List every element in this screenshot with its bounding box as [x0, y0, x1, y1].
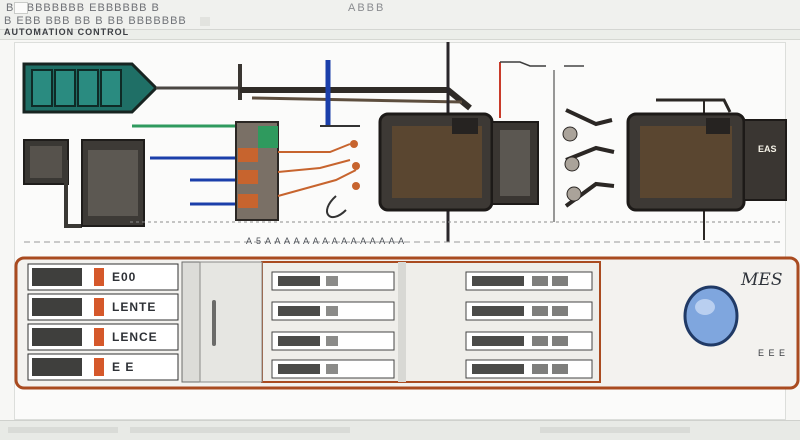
rack-switch[interactable]: [271, 359, 395, 379]
mes-caption: E E E: [758, 348, 787, 358]
rack-slot-label: E00: [112, 270, 137, 284]
rack-slot[interactable]: [27, 353, 179, 381]
rack-switch[interactable]: [465, 359, 593, 379]
automation-schematic: A 5 A A A A A A A A A A A A A A A: [14, 42, 800, 390]
status-segment: [8, 427, 118, 433]
rack-slot-label: LENTE: [112, 300, 157, 314]
rack-slot[interactable]: [27, 263, 179, 291]
rack-switch[interactable]: [271, 271, 395, 291]
status-bar: [0, 420, 800, 440]
rack-switch[interactable]: [465, 271, 593, 291]
plc-module[interactable]: [22, 62, 159, 114]
terminal-block[interactable]: [235, 121, 279, 221]
rack-switch[interactable]: [271, 331, 395, 351]
status-segment: [540, 427, 690, 433]
controller-module[interactable]: [626, 112, 787, 212]
status-segment: [130, 427, 350, 433]
rack-slot-label: LENCE: [112, 330, 158, 344]
scale-label: A 5 A A A A A A A A A A A A A A A: [246, 236, 405, 246]
controller-module[interactable]: [378, 112, 539, 212]
rack-switch[interactable]: [465, 331, 593, 351]
rack-switch[interactable]: [271, 301, 395, 321]
rack-slot-label: E E: [112, 360, 135, 374]
mes-label: MES: [741, 270, 783, 290]
controller-label: EAS: [758, 144, 777, 154]
rack-switch[interactable]: [465, 301, 593, 321]
io-module[interactable]: [23, 139, 69, 185]
mes-knob[interactable]: [683, 285, 739, 347]
io-module[interactable]: [64, 139, 145, 228]
